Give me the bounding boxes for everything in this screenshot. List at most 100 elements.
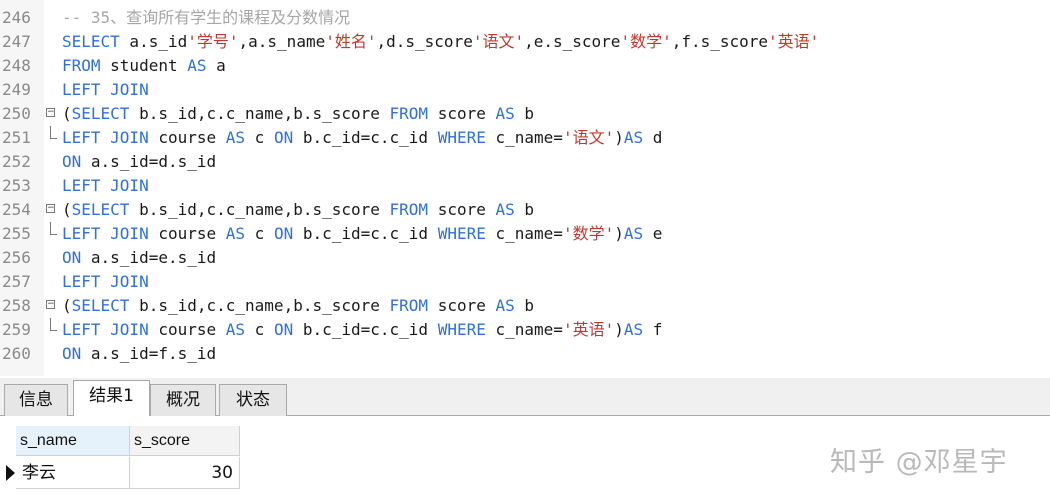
sql-text: a.s_id xyxy=(119,32,188,51)
sql-text: ,d.s_score xyxy=(376,32,473,51)
code-line[interactable]: 252 ON a.s_id=d.s_id xyxy=(0,150,1050,174)
sql-keyword: ON xyxy=(273,224,294,243)
code-line[interactable]: 260 ON a.s_id=f.s_id xyxy=(0,342,1050,366)
code-line[interactable]: 259 LEFT JOIN course AS c ON b.c_id=c.c_i… xyxy=(0,318,1050,342)
code-text: ON a.s_id=f.s_id xyxy=(62,342,216,366)
sql-text: a.s_id=f.s_id xyxy=(81,344,217,363)
sql-string: '语文' xyxy=(562,128,615,147)
code-line[interactable]: 253 LEFT JOIN xyxy=(0,174,1050,198)
sql-string: '学号' xyxy=(187,32,239,51)
sql-comment: -- 35、查询所有学生的课程及分数情况 xyxy=(62,8,351,27)
column-header-s-score[interactable]: s_score xyxy=(130,426,240,456)
sql-text: b.c_id=c.c_id xyxy=(293,224,438,243)
fold-collapse-icon[interactable]: − xyxy=(46,108,55,117)
sql-keyword: ON xyxy=(62,152,82,171)
cell-s-score[interactable]: 30 xyxy=(130,457,240,489)
sql-text: c xyxy=(245,128,274,147)
sql-text: d xyxy=(643,128,663,147)
sql-keyword: AS xyxy=(187,56,207,75)
sql-text: score xyxy=(428,296,496,315)
sql-text: ,a.s_name xyxy=(238,32,326,51)
sql-keyword: AS xyxy=(225,128,246,147)
tab-info[interactable]: 信息 xyxy=(4,384,68,416)
sql-text: f xyxy=(643,320,663,339)
code-line[interactable]: 249 LEFT JOIN xyxy=(0,78,1050,102)
code-text: (SELECT b.s_id,c.c_name,b.s_score FROM s… xyxy=(62,198,534,222)
line-number: 250 xyxy=(2,104,31,123)
line-number: 254 xyxy=(2,200,31,219)
column-header-s-name[interactable]: s_name xyxy=(16,426,130,456)
sql-text: ) xyxy=(614,128,624,147)
sql-text: ( xyxy=(62,200,72,219)
sql-keyword: SELECT xyxy=(71,104,130,123)
code-text: SELECT a.s_id'学号',a.s_name'姓名',d.s_score… xyxy=(62,30,819,54)
sql-keyword: AS xyxy=(495,200,515,219)
code-text: ON a.s_id=d.s_id xyxy=(62,150,216,174)
sql-text: a xyxy=(206,56,226,75)
sql-text: b.c_id=c.c_id xyxy=(293,128,438,147)
code-line[interactable]: 256 ON a.s_id=e.s_id xyxy=(0,246,1050,270)
sql-keyword: AS xyxy=(225,224,246,243)
tab-status[interactable]: 状态 xyxy=(219,384,287,416)
sql-text: course xyxy=(148,128,226,147)
line-number: 247 xyxy=(2,32,31,51)
sql-text: ,f.s_score xyxy=(671,32,769,51)
line-number: 251 xyxy=(2,128,31,147)
code-line[interactable]: 257 LEFT JOIN xyxy=(0,270,1050,294)
sql-keyword: FROM xyxy=(389,104,429,123)
sql-keyword: WHERE xyxy=(437,320,486,339)
code-text: LEFT JOIN course AS c ON b.c_id=c.c_id W… xyxy=(62,222,662,246)
sql-keyword: FROM xyxy=(62,56,101,75)
code-line[interactable]: 247 SELECT a.s_id'学号',a.s_name'姓名',d.s_sc… xyxy=(0,30,1050,54)
sql-editor[interactable]: 246 -- 35、查询所有学生的课程及分数情况 247 SELECT a.s_id'… xyxy=(0,0,1050,376)
code-text: (SELECT b.s_id,c.c_name,b.s_score FROM s… xyxy=(62,102,534,126)
sql-keyword: ON xyxy=(62,248,82,267)
code-line[interactable]: 254 − (SELECT b.s_id,c.c_name,b.s_score FR… xyxy=(0,198,1050,222)
line-number: 260 xyxy=(2,344,31,363)
code-text: LEFT JOIN xyxy=(62,270,149,294)
sql-keyword: AS xyxy=(495,104,515,123)
fold-collapse-icon[interactable]: − xyxy=(46,300,55,309)
sql-keyword: FROM xyxy=(389,200,429,219)
line-number: 249 xyxy=(2,80,31,99)
current-row-arrow-icon xyxy=(6,465,15,481)
sql-text: ( xyxy=(62,104,72,123)
sql-text: c xyxy=(245,224,274,243)
sql-keyword: LEFT JOIN xyxy=(62,320,149,339)
code-text: (SELECT b.s_id,c.c_name,b.s_score FROM s… xyxy=(62,294,534,318)
sql-keyword: ON xyxy=(273,320,294,339)
line-number: 257 xyxy=(2,272,31,291)
fold-end-marker-icon xyxy=(50,222,57,235)
line-number: 258 xyxy=(2,296,31,315)
sql-string: '数学' xyxy=(620,32,672,51)
fold-collapse-icon[interactable]: − xyxy=(46,204,55,213)
sql-string: '数学' xyxy=(562,224,615,243)
sql-text: b xyxy=(514,296,535,315)
code-line[interactable]: 251 LEFT JOIN course AS c ON b.c_id=c.c_i… xyxy=(0,126,1050,150)
code-line[interactable]: 255 LEFT JOIN course AS c ON b.c_id=c.c_i… xyxy=(0,222,1050,246)
code-line[interactable]: 248 FROM student AS a xyxy=(0,54,1050,78)
sql-text: course xyxy=(148,224,226,243)
sql-text: course xyxy=(148,320,226,339)
line-number: 246 xyxy=(2,8,31,27)
sql-text: ( xyxy=(62,296,72,315)
sql-text: b.s_id,c.c_name,b.s_score xyxy=(129,200,390,219)
sql-text: score xyxy=(428,104,496,123)
tab-result1[interactable]: 结果1 xyxy=(73,380,150,417)
sql-keyword: WHERE xyxy=(437,224,486,243)
code-line[interactable]: 258 − (SELECT b.s_id,c.c_name,b.s_score FR… xyxy=(0,294,1050,318)
sql-keyword: LEFT JOIN xyxy=(62,224,149,243)
sql-keyword: LEFT JOIN xyxy=(62,128,149,147)
code-text: LEFT JOIN xyxy=(62,78,149,102)
tab-overview[interactable]: 概况 xyxy=(150,384,216,416)
cell-s-name[interactable]: 李云 xyxy=(16,457,130,489)
sql-text: ) xyxy=(614,320,624,339)
line-number: 253 xyxy=(2,176,31,195)
code-line[interactable]: 250 − (SELECT b.s_id,c.c_name,b.s_score FR… xyxy=(0,102,1050,126)
code-line[interactable]: 246 -- 35、查询所有学生的课程及分数情况 xyxy=(0,6,1050,30)
sql-text: a.s_id=d.s_id xyxy=(81,152,217,171)
sql-keyword: AS xyxy=(623,320,644,339)
sql-keyword: AS xyxy=(495,296,515,315)
sql-text: score xyxy=(428,200,496,219)
code-text: FROM student AS a xyxy=(62,54,226,78)
